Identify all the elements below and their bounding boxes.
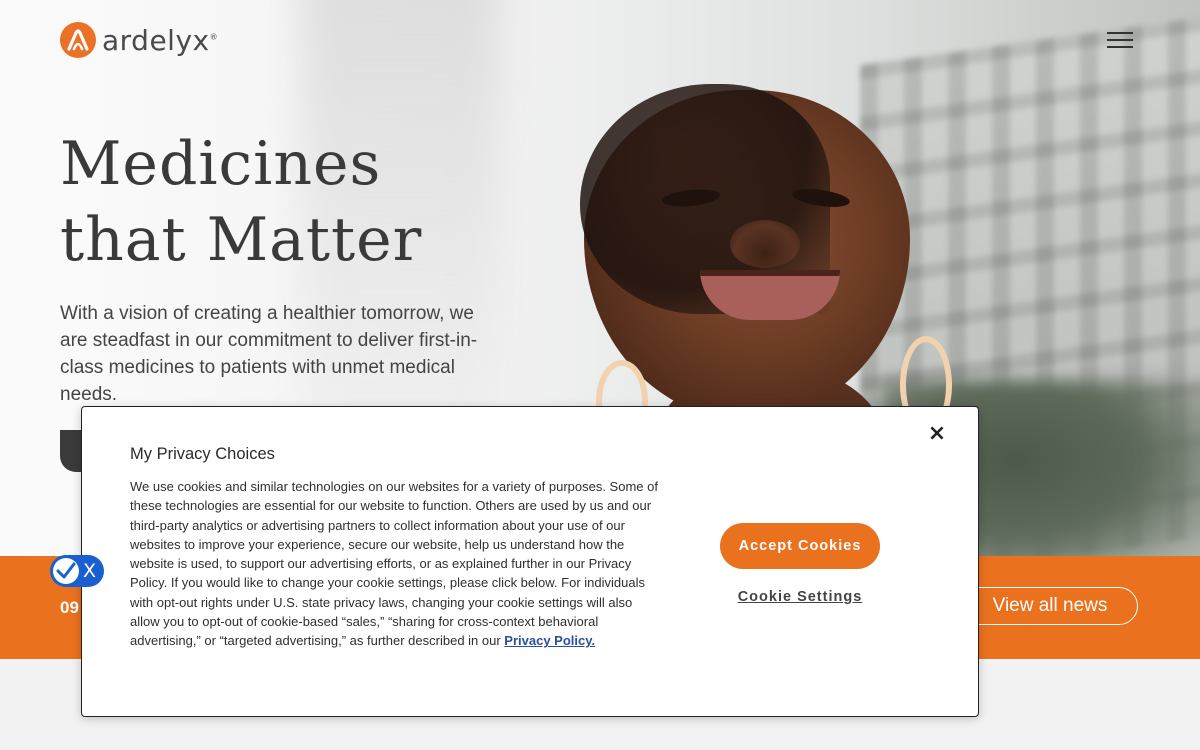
privacy-policy-link[interactable]: Privacy Policy. (504, 633, 595, 648)
close-icon[interactable]: × (926, 423, 948, 445)
logo-wordmark: ardelyx® (102, 23, 219, 57)
photo-nose (730, 220, 800, 268)
cookie-settings-link[interactable]: Cookie Settings (720, 589, 880, 605)
privacy-choices-toggle[interactable]: X (50, 555, 104, 587)
ardelyx-logo[interactable]: ardelyx® (60, 22, 218, 58)
hero-description: With a vision of creating a healthier to… (60, 303, 478, 405)
hero-title: Medicines that Matter (60, 126, 520, 278)
cookie-body-text: We use cookies and similar technologies … (130, 479, 658, 649)
news-date: 09 (60, 598, 79, 617)
accept-cookies-button[interactable]: Accept Cookies (720, 523, 880, 569)
ardelyx-logo-mark-icon (60, 22, 96, 58)
cookie-consent-dialog: × My Privacy Choices We use cookies and … (81, 406, 979, 717)
cookie-dialog-title: My Privacy Choices (130, 445, 275, 463)
hero-title-line2: that Matter (60, 205, 423, 275)
view-all-news-button[interactable]: View all news (958, 587, 1138, 625)
cookie-dialog-text: We use cookies and similar technologies … (130, 477, 660, 651)
check-icon (53, 558, 79, 584)
hero-title-line1: Medicines (60, 129, 382, 199)
hamburger-menu-icon[interactable] (1107, 31, 1133, 51)
x-icon: X (83, 560, 97, 582)
